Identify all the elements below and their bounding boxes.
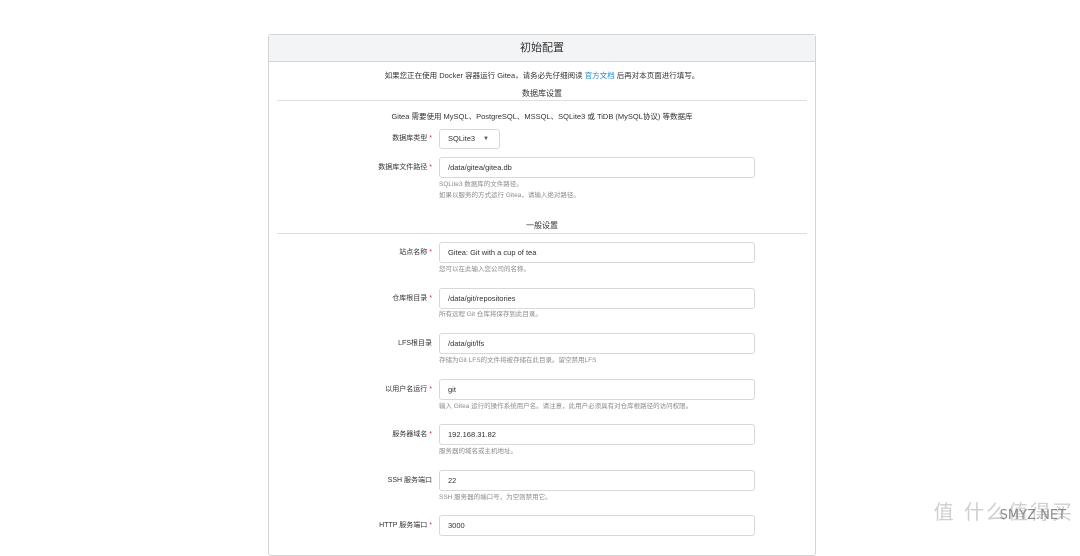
http-port-label-text: HTTP 服务端口 xyxy=(379,522,428,529)
domain-help: 服务器的域名或主机地址。 xyxy=(439,448,517,455)
db-path-label: 数据库文件路径 * xyxy=(272,162,432,172)
http-port-label: HTTP 服务端口 * xyxy=(272,520,432,530)
required-mark: * xyxy=(429,164,432,171)
docker-notice: 如果您正在使用 Docker 容器运行 Gitea，请务必先仔细阅读 官方文档 … xyxy=(269,70,815,81)
ssh-port-help: SSH 服务器的端口号，为空则禁用它。 xyxy=(439,494,552,501)
lfs-root-label: LFS根目录 xyxy=(272,338,432,348)
domain-label: 服务器域名 * xyxy=(272,429,432,439)
site-name-input[interactable]: Gitea: Git with a cup of tea xyxy=(439,242,755,263)
site-name-label: 站点名称 * xyxy=(272,247,432,257)
chevron-down-icon: ▼ xyxy=(483,136,489,142)
official-docs-link[interactable]: 官方文档 xyxy=(585,71,615,80)
page-title: 初始配置 xyxy=(269,35,815,62)
db-path-help-1: SQLite3 数据库的文件路径。 xyxy=(439,181,523,188)
db-type-value: SQLite3 xyxy=(448,134,476,143)
install-panel: 初始配置 如果您正在使用 Docker 容器运行 Gitea，请务必先仔细阅读 … xyxy=(268,34,816,556)
run-user-label-text: 以用户名运行 xyxy=(385,386,428,393)
db-path-label-text: 数据库文件路径 xyxy=(378,164,428,171)
lfs-root-input[interactable]: /data/git/lfs xyxy=(439,333,755,354)
repo-root-label: 仓库根目录 * xyxy=(272,293,432,303)
notice-text-after: 后再对本页面进行填写。 xyxy=(614,71,700,80)
required-mark: * xyxy=(429,522,432,529)
required-mark: * xyxy=(429,249,432,256)
general-section-title: 一般设置 xyxy=(526,221,558,230)
site-name-label-text: 站点名称 xyxy=(399,249,428,256)
repo-root-help: 所有远程 Git 仓库将保存到此目录。 xyxy=(439,311,542,318)
db-type-label-text: 数据库类型 xyxy=(392,135,428,142)
db-type-dropdown[interactable]: SQLite3 ▼ xyxy=(439,129,500,149)
database-divider xyxy=(277,100,807,101)
run-user-help: 输入 Gitea 运行的操作系统用户名。请注意，此用户必须具有对仓库根路径的访问… xyxy=(439,403,693,410)
repo-root-label-text: 仓库根目录 xyxy=(392,295,428,302)
required-mark: * xyxy=(429,431,432,438)
run-user-label: 以用户名运行 * xyxy=(272,384,432,394)
general-divider xyxy=(277,233,807,234)
lfs-root-help: 存储为Git LFS的文件将被存储在此目录。留空禁用LFS xyxy=(439,357,597,364)
ssh-port-input[interactable]: 22 xyxy=(439,470,755,491)
database-section-title: 数据库设置 xyxy=(522,89,562,98)
ssh-port-label: SSH 服务端口 xyxy=(272,475,432,485)
http-port-input[interactable]: 3000 xyxy=(439,515,755,536)
db-type-label: 数据库类型 * xyxy=(272,133,432,143)
required-mark: * xyxy=(429,386,432,393)
required-mark: * xyxy=(429,135,432,142)
watermark-site: SMYZ.NET xyxy=(999,508,1066,523)
site-name-help: 您可以在此输入您公司的名称。 xyxy=(439,266,530,273)
run-user-input[interactable]: git xyxy=(439,379,755,400)
db-path-input[interactable]: /data/gitea/gitea.db xyxy=(439,157,755,178)
database-help-text: Gitea 需要使用 MySQL、PostgreSQL、MSSQL、SQLite… xyxy=(391,112,693,121)
domain-label-text: 服务器域名 xyxy=(392,431,428,438)
notice-text-before: 如果您正在使用 Docker 容器运行 Gitea，请务必先仔细阅读 xyxy=(384,71,585,80)
required-mark: * xyxy=(429,295,432,302)
ssh-port-label-text: SSH 服务端口 xyxy=(387,477,432,484)
repo-root-input[interactable]: /data/git/repositories xyxy=(439,288,755,309)
db-path-help-2: 如果以服务的方式运行 Gitea，请输入绝对路径。 xyxy=(439,192,580,199)
domain-input[interactable]: 192.168.31.82 xyxy=(439,424,755,445)
lfs-root-label-text: LFS根目录 xyxy=(398,340,432,347)
